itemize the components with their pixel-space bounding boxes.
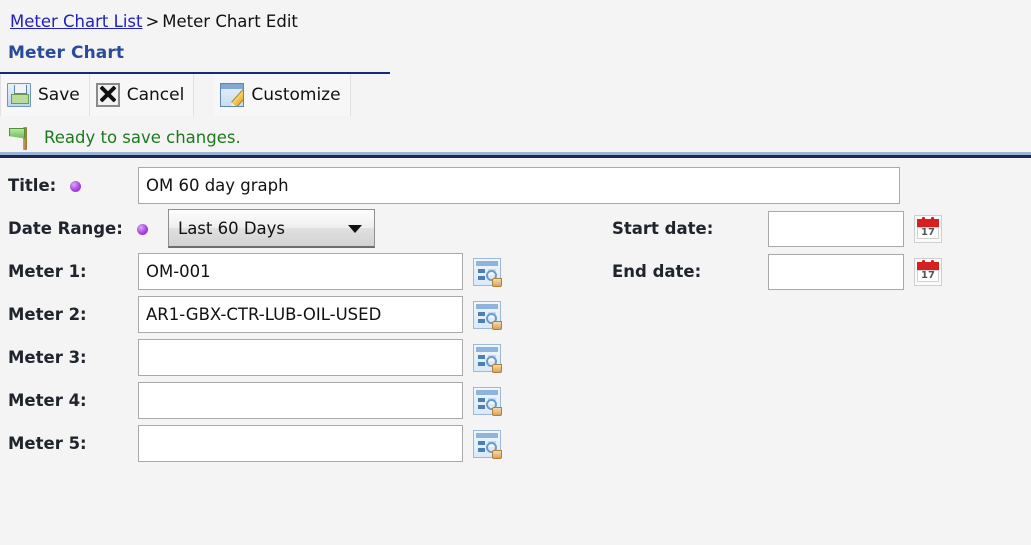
cancel-button-label: Cancel [126,84,185,105]
record-lookup-icon[interactable] [473,300,502,330]
page-title: Meter Chart [8,43,125,63]
customize-button[interactable]: Customize [214,74,351,116]
form-row-start-date: Start date: 17 [612,207,942,250]
calendar-icon-day: 17 [917,226,939,239]
date-range-label: Date Range: [8,219,168,238]
date-range-select[interactable]: Last 60 Days [168,209,375,248]
start-date-label: Start date: [612,219,714,238]
customize-button-label: Customize [251,84,341,105]
form-row-meter-4: Meter 4: [0,379,1031,422]
meter-3-label: Meter 3: [8,348,87,367]
form-row-end-date: End date: 17 [612,250,942,293]
window-pencil-icon [220,83,245,107]
record-lookup-icon[interactable] [473,257,502,287]
title-label-text: Title: [8,176,57,195]
record-lookup-icon[interactable] [473,386,502,416]
status-line: Ready to save changes. [0,116,1031,152]
calendar-picker-icon[interactable]: 17 [914,214,942,243]
cancel-button[interactable]: Cancel [89,74,195,116]
cancel-x-icon [95,83,120,107]
date-range-custom-column: Start date: 17 End date: 17 [612,207,942,293]
date-range-label-text: Date Range: [8,219,123,238]
floppy-disk-icon [7,83,31,107]
meter-chart-form: Title: Date Range: Last 60 Days Meter 1:… [0,158,1031,465]
start-date-input[interactable] [768,210,904,247]
calendar-picker-icon[interactable]: 17 [914,257,942,286]
title-input[interactable] [138,167,900,204]
form-row-meter-3: Meter 3: [0,336,1031,379]
breadcrumb-current-meter-chart-edit: Meter Chart Edit [162,12,298,31]
meter-1-input[interactable] [138,253,463,290]
chevron-down-icon [348,225,362,233]
form-row-meter-5: Meter 5: [0,422,1031,465]
meter-5-input[interactable] [138,425,463,462]
status-message: Ready to save changes. [44,128,241,147]
save-button[interactable]: Save [0,74,90,116]
breadcrumb: Meter Chart List > Meter Chart Edit [0,0,1031,31]
meter-1-label: Meter 1: [8,262,87,281]
required-marker-icon [70,181,81,192]
record-lookup-icon[interactable] [473,343,502,373]
breadcrumb-link-meter-chart-list[interactable]: Meter Chart List [10,12,142,31]
meter-4-input[interactable] [138,382,463,419]
record-lookup-icon[interactable] [473,429,502,459]
form-row-title: Title: [0,164,1031,207]
meter-4-label: Meter 4: [8,391,87,410]
end-date-input[interactable] [768,253,904,290]
meter-5-label: Meter 5: [8,434,87,453]
breadcrumb-separator: > [145,12,160,31]
green-flag-icon [8,126,34,150]
calendar-icon-day: 17 [917,269,939,282]
meter-2-label: Meter 2: [8,305,87,324]
required-marker-icon [136,224,148,235]
toolbar: Save Cancel Customize [0,74,1031,116]
save-button-label: Save [38,84,80,105]
end-date-label: End date: [612,262,702,281]
form-row-meter-2: Meter 2: [0,293,1031,336]
meter-3-input[interactable] [138,339,463,376]
toolbar-spacer [194,74,215,116]
title-label: Title: [8,176,138,195]
date-range-selected-value: Last 60 Days [178,218,286,238]
meter-2-input[interactable] [138,296,463,333]
